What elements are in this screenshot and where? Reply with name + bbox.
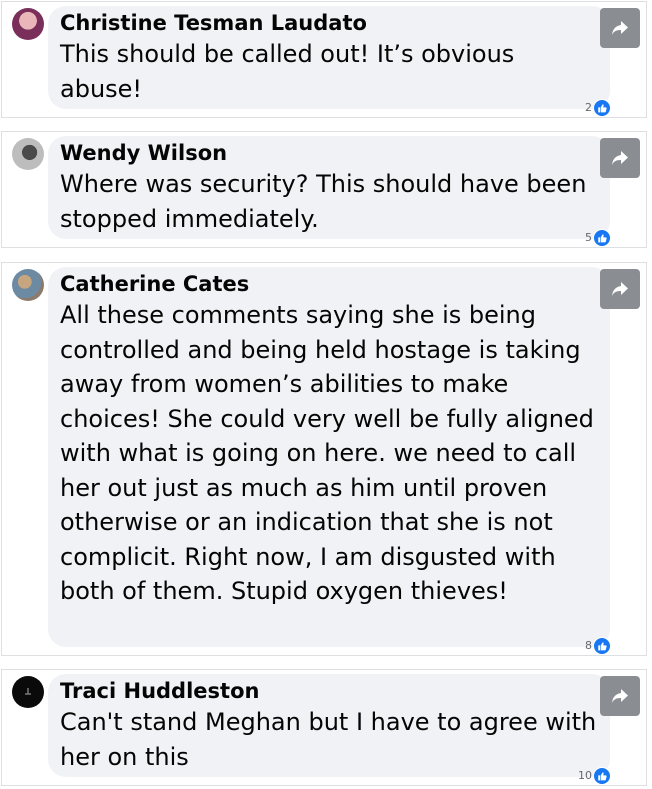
share-arrow-icon — [612, 151, 628, 165]
share-arrow-icon — [612, 282, 628, 296]
profile-photo-icon — [25, 688, 31, 695]
comment-card: Catherine Cates All these comments sayin… — [1, 262, 647, 656]
reaction-summary[interactable]: 5 — [585, 229, 611, 247]
comment-author[interactable]: Traci Huddleston — [60, 678, 598, 704]
reaction-count: 2 — [585, 101, 592, 114]
share-button[interactable] — [600, 269, 640, 309]
thumbs-up-icon — [593, 229, 611, 247]
comment-bubble: Wendy Wilson Where was security? This sh… — [48, 136, 611, 247]
share-arrow-icon — [612, 689, 628, 703]
reaction-summary[interactable]: 8 — [585, 637, 611, 655]
comment-bubble: Traci Huddleston Can't stand Meghan but … — [48, 674, 611, 785]
comment-text: Where was security? This should have bee… — [60, 170, 587, 233]
thumbs-up-icon — [593, 637, 611, 655]
reaction-summary[interactable]: 10 — [578, 767, 611, 785]
comment-bubble: Catherine Cates All these comments sayin… — [48, 267, 611, 655]
comment-text: This should be called out! It’s obvious … — [60, 40, 515, 103]
comment-bubble: Christine Tesman Laudato This should be … — [48, 6, 611, 117]
comment-text: All these comments saying she is being c… — [60, 301, 594, 605]
share-button[interactable] — [600, 8, 640, 48]
reaction-count: 10 — [578, 769, 592, 782]
comment-card: Christine Tesman Laudato This should be … — [1, 1, 647, 118]
avatar[interactable] — [12, 676, 44, 708]
reaction-count: 8 — [585, 639, 592, 652]
comment-author[interactable]: Catherine Cates — [60, 271, 598, 297]
share-arrow-icon — [612, 21, 628, 35]
avatar[interactable] — [12, 269, 44, 301]
comment-author[interactable]: Christine Tesman Laudato — [60, 10, 598, 36]
share-button[interactable] — [600, 676, 640, 716]
comment-card: Traci Huddleston Can't stand Meghan but … — [1, 669, 647, 786]
reaction-count: 5 — [585, 231, 592, 244]
comment-card: Wendy Wilson Where was security? This sh… — [1, 131, 647, 248]
avatar[interactable] — [12, 138, 44, 170]
thumbs-up-icon — [593, 99, 611, 117]
reaction-summary[interactable]: 2 — [585, 99, 611, 117]
thumbs-up-icon — [593, 767, 611, 785]
comment-author[interactable]: Wendy Wilson — [60, 140, 598, 166]
comment-text: Can't stand Meghan but I have to agree w… — [60, 708, 597, 771]
share-button[interactable] — [600, 138, 640, 178]
avatar[interactable] — [12, 8, 44, 40]
